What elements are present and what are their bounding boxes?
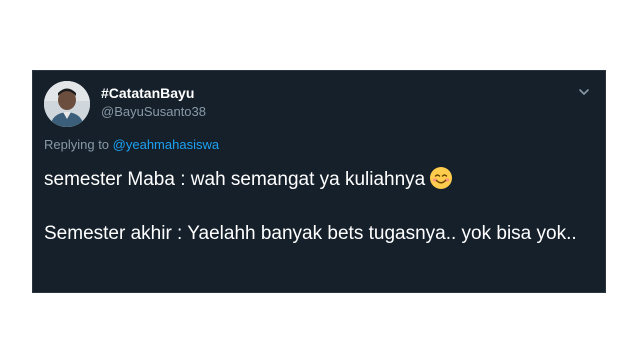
tweet-line-1-text: semester Maba : wah semangat ya kuliahny… bbox=[44, 169, 426, 190]
chevron-down-icon[interactable] bbox=[577, 85, 591, 99]
replying-to-mention-link[interactable]: @yeahmahasiswa bbox=[113, 137, 219, 152]
tweet-line-1: semester Maba : wah semangat ya kuliahny… bbox=[44, 166, 584, 193]
tweet-line-2: Semester akhir : Yaelahh banyak bets tug… bbox=[44, 223, 577, 244]
avatar-photo-icon bbox=[44, 81, 90, 127]
tweet-text: semester Maba : wah semangat ya kuliahny… bbox=[44, 166, 584, 247]
user-handle[interactable]: @BayuSusanto38 bbox=[101, 104, 206, 119]
replying-to-label: Replying to bbox=[44, 137, 110, 152]
smiling-face-emoji-icon bbox=[430, 167, 453, 189]
avatar[interactable] bbox=[44, 81, 90, 127]
display-name[interactable]: #CatatanBayu bbox=[101, 85, 194, 101]
replying-to: Replying to @yeahmahasiswa bbox=[44, 137, 219, 152]
tweet-card: #CatatanBayu @BayuSusanto38 Replying to … bbox=[32, 70, 606, 293]
